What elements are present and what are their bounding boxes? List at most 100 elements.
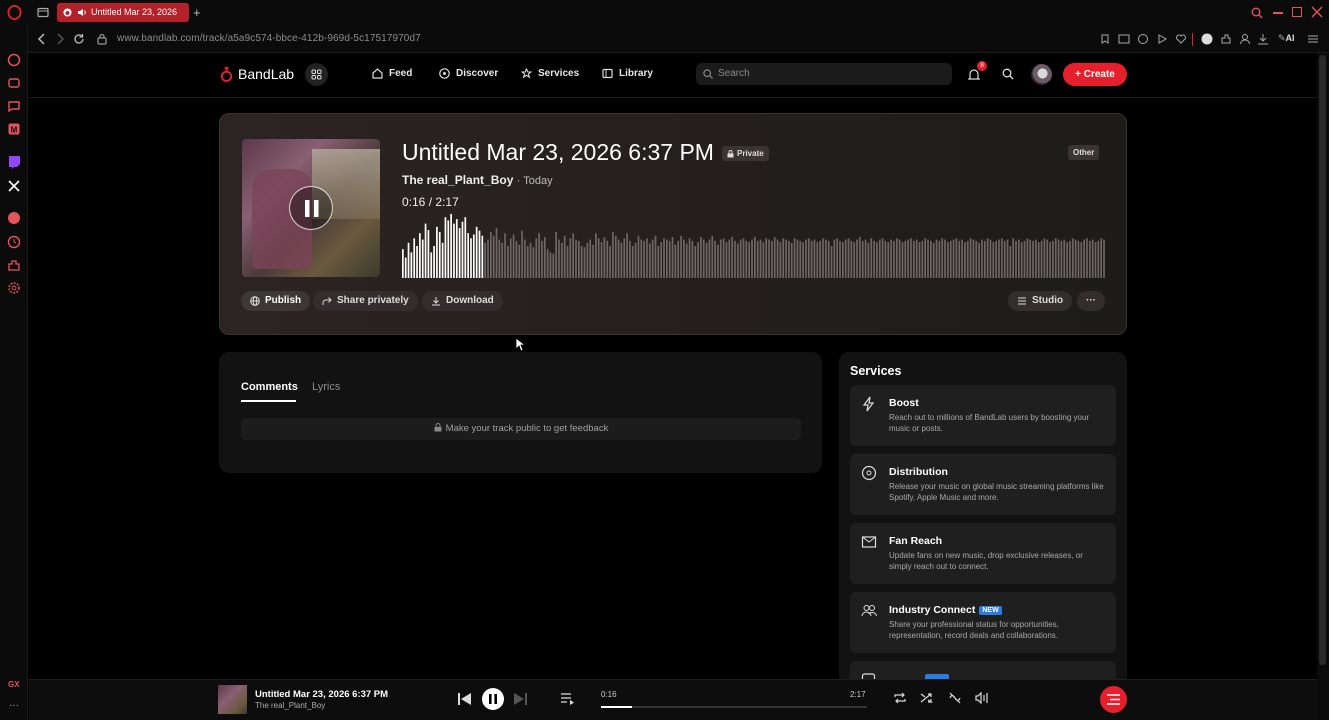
player-artwork[interactable] xyxy=(218,685,247,714)
snapshot-icon[interactable] xyxy=(1099,33,1111,45)
waveform-bar xyxy=(819,240,821,278)
minimize-icon[interactable] xyxy=(1273,12,1283,14)
waveform-bar xyxy=(660,242,663,278)
nav-library-label: Library xyxy=(619,68,653,79)
x-twitter-icon[interactable] xyxy=(7,179,21,193)
nav-services[interactable]: Services xyxy=(521,68,579,79)
download-label: Download xyxy=(446,295,494,306)
waveform-bar xyxy=(671,237,674,278)
progress-track[interactable] xyxy=(601,706,867,708)
nav-feed[interactable]: Feed xyxy=(372,68,412,79)
waveform-bar xyxy=(978,242,980,278)
account-icon[interactable] xyxy=(1239,33,1251,45)
play-ext-icon[interactable] xyxy=(1156,33,1168,45)
opera-logo-icon[interactable] xyxy=(7,5,22,20)
active-tab[interactable]: Untitled Mar 23, 2026 xyxy=(57,3,189,22)
player-menu-button[interactable] xyxy=(1100,686,1127,713)
lock-icon[interactable] xyxy=(97,33,107,45)
tab-comments[interactable]: Comments xyxy=(241,381,298,393)
waveform-bar xyxy=(708,239,711,278)
waveform-bar xyxy=(802,242,804,278)
play-pause-button[interactable] xyxy=(482,688,504,710)
waveform-bar xyxy=(833,239,836,278)
next-icon[interactable] xyxy=(514,693,527,705)
new-tab-icon[interactable]: + xyxy=(193,6,201,19)
url-field[interactable]: www.bandlab.com/track/a5a9c574-bbce-412b… xyxy=(117,33,421,44)
search-nav-icon[interactable] xyxy=(1002,68,1014,80)
waveform-bar xyxy=(830,246,833,278)
avatar[interactable] xyxy=(1031,64,1052,85)
gx-label[interactable]: GX xyxy=(8,680,20,689)
privacy-badge[interactable]: Private xyxy=(722,146,769,161)
spotify-icon[interactable] xyxy=(7,211,21,225)
mail-icon[interactable]: M xyxy=(7,122,21,136)
waveform-bar xyxy=(592,244,594,278)
reload-icon[interactable] xyxy=(73,33,85,45)
volume-icon[interactable] xyxy=(975,692,990,704)
share-privately-button[interactable]: Share privately xyxy=(313,291,418,311)
player-artist[interactable]: The real_Plant_Boy xyxy=(255,701,325,710)
studio-button[interactable]: Studio xyxy=(1008,291,1073,311)
vpn-icon[interactable] xyxy=(1137,33,1149,45)
waveform-bar xyxy=(1097,240,1100,278)
nav-discover[interactable]: Discover xyxy=(439,68,498,79)
repeat-icon[interactable] xyxy=(893,692,907,704)
service-distribution[interactable]: Distribution Release your music on globa… xyxy=(850,454,1116,515)
waveform-bar xyxy=(816,242,819,278)
service-industry-connect[interactable]: Industry Connect NEW Share your professio… xyxy=(850,592,1116,653)
messenger-icon[interactable] xyxy=(7,76,21,90)
scrollbar-thumb[interactable] xyxy=(1319,55,1326,665)
queue-icon[interactable] xyxy=(561,693,575,705)
twitch-icon[interactable] xyxy=(7,155,21,169)
artist-link[interactable]: The real_Plant_Boy xyxy=(402,173,513,187)
download-button[interactable]: Download xyxy=(422,291,503,311)
pause-overlay[interactable] xyxy=(289,186,333,230)
bandlab-logo[interactable]: BandLab xyxy=(219,66,294,82)
genre-tag[interactable]: Other xyxy=(1068,145,1100,160)
history-icon[interactable] xyxy=(7,235,21,249)
waveform-bar xyxy=(793,238,796,278)
heart-icon[interactable] xyxy=(1175,33,1187,45)
aria-icon[interactable] xyxy=(7,53,21,67)
player-title[interactable]: Untitled Mar 23, 2026 6:37 PM xyxy=(255,689,388,700)
waveform-bar xyxy=(419,233,421,278)
service-boost[interactable]: Boost Reach out to millions of BandLab u… xyxy=(850,385,1116,446)
download-ext-icon[interactable] xyxy=(1257,33,1269,45)
maximize-icon[interactable] xyxy=(1292,7,1302,17)
more-sidebar-icon[interactable]: ··· xyxy=(9,700,19,711)
waveform[interactable] xyxy=(402,214,1106,278)
autoplay-off-icon[interactable] xyxy=(948,692,962,704)
publish-button[interactable]: Publish xyxy=(241,291,311,311)
tab-lyrics[interactable]: Lyrics xyxy=(312,381,340,393)
create-button[interactable]: + Create xyxy=(1063,63,1127,86)
close-window-icon[interactable] xyxy=(1311,6,1323,18)
chat-icon[interactable] xyxy=(7,99,21,113)
previous-icon[interactable] xyxy=(458,693,471,705)
settings-icon[interactable] xyxy=(7,281,21,295)
service-fan-reach[interactable]: Fan Reach Update fans on new music, drop… xyxy=(850,523,1116,584)
forward-icon[interactable] xyxy=(55,33,65,45)
speaker-icon[interactable] xyxy=(77,8,87,17)
shuffle-icon[interactable] xyxy=(920,692,934,704)
ai-button[interactable]: ✎AI xyxy=(1278,33,1295,44)
search-tabs-icon[interactable] xyxy=(1251,7,1263,19)
more-options-button[interactable]: ··· xyxy=(1077,291,1105,311)
waveform-bar xyxy=(935,239,938,278)
waveform-bar xyxy=(606,240,609,278)
extensions-icon[interactable] xyxy=(1220,33,1232,45)
nav-library[interactable]: Library xyxy=(602,68,653,79)
easy-setup-icon[interactable] xyxy=(1307,33,1319,45)
apps-grid-icon[interactable] xyxy=(305,63,328,86)
extensions-sidebar-icon[interactable] xyxy=(7,258,21,272)
back-icon[interactable] xyxy=(37,33,47,45)
waveform-bar xyxy=(853,242,856,278)
service-desc: Share your professional status for oppor… xyxy=(889,620,1059,640)
ai-label: AI xyxy=(1285,33,1295,43)
waveform-bar xyxy=(433,246,435,278)
album-artwork[interactable] xyxy=(242,139,380,277)
profile-ext-icon[interactable] xyxy=(1201,33,1213,45)
search-box[interactable]: Search xyxy=(696,63,952,85)
tab-overview-icon[interactable] xyxy=(37,7,49,18)
pip-icon[interactable] xyxy=(1118,33,1130,45)
waveform-bar xyxy=(748,242,751,278)
